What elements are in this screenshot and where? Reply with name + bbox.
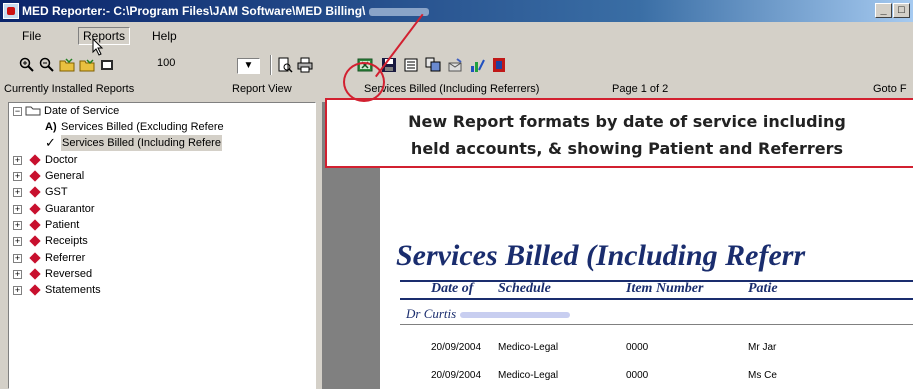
toolbar-divider <box>270 55 272 75</box>
expand-icon[interactable]: + <box>13 270 22 279</box>
folder-icon[interactable] <box>78 57 95 73</box>
diamond-icon <box>29 186 41 198</box>
minimize-button[interactable]: _ <box>875 3 892 18</box>
fit-page-icon[interactable] <box>98 57 115 73</box>
zoom-out-icon[interactable] <box>38 57 55 73</box>
row-item: 0000 <box>626 342 649 353</box>
tree-category-label: Doctor <box>45 154 78 166</box>
tree-category-label: Receipts <box>45 235 88 247</box>
tree-category-label: Statements <box>45 284 101 296</box>
collapse-icon[interactable]: − <box>13 107 22 116</box>
expand-icon[interactable]: + <box>13 286 22 295</box>
open-folder-icon[interactable] <box>58 57 75 73</box>
app-icon <box>3 3 19 19</box>
tree-category-label: General <box>45 170 85 182</box>
report-title: Services Billed (Including Referr <box>396 239 806 272</box>
diamond-icon <box>29 268 41 280</box>
zoom-value: 100 <box>157 57 176 69</box>
diamond-icon <box>29 203 41 215</box>
multi-page-icon[interactable] <box>424 57 441 73</box>
tree-node-label: Date of Service <box>44 105 120 117</box>
row-date: 20/09/2004 <box>431 370 482 381</box>
title-bar: MED Reporter:- C:\Program Files\JAM Soft… <box>0 0 913 22</box>
menu-file[interactable]: File <box>18 28 45 44</box>
reports-tree[interactable]: − Date of Service A) Services Billed (Ex… <box>8 102 316 389</box>
row-patient: Ms Ce <box>748 370 777 381</box>
tree-item-label-selected: Services Billed (Including Refere <box>61 135 222 151</box>
page-indicator: Page 1 of 2 <box>612 83 669 95</box>
exit-icon[interactable] <box>490 57 507 73</box>
menu-reports[interactable]: Reports <box>78 27 131 45</box>
chart-icon[interactable] <box>468 57 485 73</box>
installed-reports-label: Currently Installed Reports <box>4 83 135 95</box>
print-preview-icon[interactable] <box>276 57 293 73</box>
diamond-icon <box>29 284 41 296</box>
expand-icon[interactable]: + <box>13 172 22 181</box>
folder-open-icon <box>25 106 41 116</box>
row-item: 0000 <box>626 370 649 381</box>
pane-labels: Currently Installed Reports Report View … <box>0 80 913 100</box>
diamond-icon <box>29 219 41 231</box>
row-schedule: Medico-Legal <box>498 342 559 353</box>
zoom-dropdown[interactable]: ▼ <box>237 58 260 74</box>
row-divider <box>400 324 913 325</box>
diamond-icon <box>29 154 41 166</box>
expand-icon[interactable]: + <box>13 254 22 263</box>
mail-icon[interactable] <box>446 57 463 73</box>
diamond-icon <box>29 252 41 264</box>
blurred-text <box>460 312 571 319</box>
column-header-schedule: Schedule <box>498 281 551 296</box>
tree-category-label: Guarantor <box>45 203 95 215</box>
expand-icon[interactable]: + <box>13 188 22 197</box>
annotation-line-1: New Report formats by date of service in… <box>408 112 846 131</box>
row-schedule: Medico-Legal <box>498 370 559 381</box>
tree-category-label: Reversed <box>45 268 93 280</box>
checkmark-icon: ✓ <box>45 135 56 150</box>
header-rule <box>400 298 913 300</box>
tree-category-label: GST <box>45 186 68 198</box>
row-patient: Mr Jar <box>748 342 777 353</box>
tree-item-label: Services Billed (Excluding Refere <box>61 121 224 133</box>
report-view-label: Report View <box>232 83 292 95</box>
diamond-icon <box>29 235 41 247</box>
column-header-patient: Patie <box>748 281 778 296</box>
expand-icon[interactable]: + <box>13 221 22 230</box>
doctor-group-label: Dr Curtis <box>406 306 571 322</box>
annotation-callout: New Report formats by date of service in… <box>325 98 913 168</box>
row-date: 20/09/2004 <box>431 342 482 353</box>
current-report-label: Services Billed (Including Referrers) <box>364 83 540 95</box>
tree-category-label: Patient <box>45 219 80 231</box>
expand-icon[interactable]: + <box>13 156 22 165</box>
menu-help[interactable]: Help <box>148 28 181 44</box>
expand-icon[interactable]: + <box>13 237 22 246</box>
annotation-line-2: held accounts, & showing Patient and Ref… <box>410 139 844 158</box>
diamond-icon <box>29 170 41 182</box>
toolbar: 100 ▼ <box>0 52 913 78</box>
goto-page-label[interactable]: Goto F <box>873 83 907 95</box>
print-icon[interactable] <box>296 57 313 73</box>
column-header-item: Item Number <box>626 281 704 296</box>
zoom-in-icon[interactable] <box>18 57 35 73</box>
doctor-name: Dr Curtis <box>406 306 457 321</box>
window-title: MED Reporter:- C:\Program Files\JAM Soft… <box>22 4 366 18</box>
column-header-date: Date of <box>431 281 474 296</box>
report-type-icon: A) <box>45 121 57 133</box>
maximize-button[interactable]: □ <box>893 3 910 18</box>
highlight-circle <box>343 62 385 102</box>
expand-icon[interactable]: + <box>13 205 22 214</box>
tree-category-label: Referrer <box>45 252 86 264</box>
page-setup-icon[interactable] <box>402 57 419 73</box>
